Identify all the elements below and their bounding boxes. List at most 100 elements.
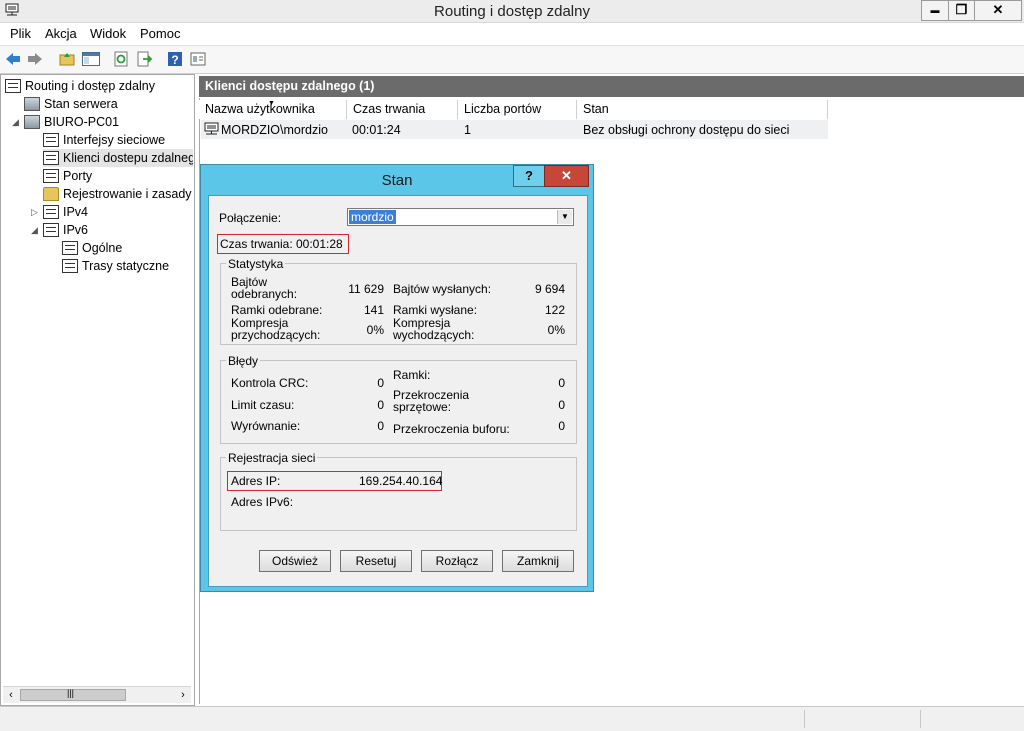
duration-value: 00:01:28 <box>296 237 343 251</box>
frames-sent-value: 122 <box>544 303 565 317</box>
menu-help[interactable]: Pomoc <box>140 26 180 41</box>
scroll-right-icon[interactable]: › <box>176 688 190 702</box>
server-icon <box>24 115 40 129</box>
tree-item-label: IPv6 <box>63 223 89 237</box>
disconnect-button[interactable]: Rozłącz <box>421 550 493 572</box>
tree-item-label: IPv4 <box>63 205 89 219</box>
tree-item-label: BIURO-PC01 <box>44 115 120 129</box>
menu-file[interactable]: Plik <box>10 26 31 41</box>
compression-in-value: 0% <box>366 323 384 337</box>
dialog-close-button[interactable]: ✕ <box>544 165 589 187</box>
timeout-label: Limit czasu: <box>231 398 295 412</box>
general-icon <box>62 241 78 255</box>
column-header-status[interactable]: Stan <box>577 100 828 119</box>
hw-overrun-value: 0 <box>558 398 565 412</box>
tree-item-label: Interfejsy sieciowe <box>63 133 166 147</box>
back-arrow-icon[interactable] <box>5 51 21 67</box>
title-bar: Routing i dostęp zdalny ▬ ❐ ✕ <box>0 0 1024 23</box>
expand-icon[interactable]: ▷ <box>31 207 38 218</box>
compression-out-label: Kompresja wychodzących: <box>393 316 475 342</box>
tree-item-label: Routing i dostęp zdalny <box>25 79 155 93</box>
duration-label: Czas trwania: <box>220 237 293 251</box>
crc-label: Kontrola CRC: <box>231 376 309 390</box>
scroll-left-icon[interactable]: ‹ <box>4 688 18 702</box>
bytes-received-value: 11 629 <box>348 282 384 296</box>
collapse-icon[interactable]: ◢ <box>31 225 38 236</box>
bytes-sent-label: Bajtów wysłanych: <box>393 282 492 296</box>
refresh-button[interactable]: Odśwież <box>259 550 331 572</box>
buffer-overrun-value: 0 <box>558 419 565 433</box>
dialog-help-button[interactable]: ? <box>513 165 545 187</box>
user-icon <box>204 122 219 135</box>
tree-item-interfaces[interactable]: Interfejsy sieciowe <box>43 131 165 149</box>
tree-item-general[interactable]: Ogólne <box>62 239 122 257</box>
panel-header: Klienci dostępu zdalnego (1) <box>199 76 1024 97</box>
tree-item-ipv4[interactable]: IPv4 <box>43 203 88 221</box>
forward-arrow-icon[interactable] <box>27 51 43 67</box>
static-routes-icon <box>62 259 78 273</box>
tree-item-server[interactable]: BIURO-PC01 <box>24 113 119 131</box>
dialog-body: Połączenie: mordzio ▼ Czas trwania: 00:0… <box>208 195 588 587</box>
chevron-down-icon[interactable]: ▼ <box>557 210 572 224</box>
tree-item-server-status[interactable]: Stan serwera <box>24 95 118 113</box>
scroll-thumb-grip-icon: ||| <box>67 688 75 698</box>
close-window-button[interactable]: ✕ <box>974 0 1022 21</box>
tree-item-label: Porty <box>63 169 93 183</box>
cell-username: MORDZIO\mordzio <box>221 123 328 137</box>
tree-item-static-routes[interactable]: Trasy statyczne <box>62 257 169 275</box>
refresh-icon[interactable] <box>113 51 129 67</box>
restore-button[interactable]: ❐ <box>948 0 975 21</box>
compression-in-label: Kompresja przychodzących: <box>231 316 321 342</box>
close-button[interactable]: Zamknij <box>502 550 574 572</box>
network-registration-group-title: Rejestracja sieci <box>226 451 318 465</box>
tree-item-label: Klienci dostepu zdalnego <box>63 151 193 165</box>
frames-received-label: Ramki odebrane: <box>231 303 323 317</box>
ip-address-value: 169.254.40.164 <box>359 474 443 488</box>
window-title: Routing i dostęp zdalny <box>434 3 590 20</box>
collapse-icon[interactable]: ◢ <box>12 117 19 128</box>
tree-item-ports[interactable]: Porty <box>43 167 92 185</box>
tree-item-label: Trasy statyczne <box>82 259 170 273</box>
minimize-button[interactable]: ▬ <box>921 0 949 21</box>
tree-item-root[interactable]: Routing i dostęp zdalny <box>5 77 155 95</box>
alignment-value: 0 <box>377 419 384 433</box>
errors-group-title: Błędy <box>226 354 261 368</box>
connection-dropdown[interactable]: mordzio ▼ <box>347 208 574 226</box>
navigation-tree <box>0 74 195 706</box>
reset-button[interactable]: Resetuj <box>340 550 412 572</box>
bytes-sent-value: 9 694 <box>534 282 565 296</box>
svg-text:?: ? <box>171 53 178 67</box>
column-header-ports[interactable]: Liczba portów <box>458 100 577 119</box>
dialog-title-bar[interactable]: Stan ? ✕ <box>201 165 593 193</box>
up-folder-icon[interactable] <box>59 51 75 67</box>
alignment-label: Wyrównanie: <box>231 419 301 433</box>
frames-sent-label: Ramki wysłane: <box>393 303 478 317</box>
tree-item-ipv6[interactable]: IPv6 <box>43 221 88 239</box>
cell-ports: 1 <box>464 123 471 137</box>
show-hide-tree-icon[interactable] <box>82 51 100 67</box>
help-icon[interactable]: ? <box>167 51 183 67</box>
bytes-received-label: Bajtów odebranych: <box>231 275 298 301</box>
ipv6-icon <box>43 223 59 237</box>
menu-view[interactable]: Widok <box>90 26 126 41</box>
hw-overrun-label: Przekroczenia sprzętowe: <box>393 388 470 414</box>
network-interface-icon <box>43 133 59 147</box>
column-header-duration[interactable]: Czas trwania <box>347 100 458 119</box>
tree-item-label: Stan serwera <box>44 97 118 111</box>
cell-duration: 00:01:24 <box>352 123 401 137</box>
properties-icon[interactable] <box>190 51 206 67</box>
remote-clients-icon <box>43 151 59 165</box>
network-computer-icon <box>5 79 21 93</box>
ip-address-label: Adres IP: <box>231 474 281 488</box>
network-registration-group <box>220 457 577 531</box>
menu-action[interactable]: Akcja <box>45 26 77 41</box>
tree-horizontal-scrollbar[interactable]: ‹ ||| › <box>3 686 191 703</box>
tree-item-remote-clients[interactable]: Klienci dostepu zdalnego <box>43 149 193 167</box>
crc-value: 0 <box>377 376 384 390</box>
status-divider <box>920 710 921 728</box>
server-status-icon <box>24 97 40 111</box>
tree-item-logging[interactable]: Rejestrowanie i zasady d <box>43 185 193 203</box>
frames-received-value: 141 <box>363 303 384 317</box>
ipv6-address-label: Adres IPv6: <box>231 495 294 509</box>
export-icon[interactable] <box>136 51 153 67</box>
